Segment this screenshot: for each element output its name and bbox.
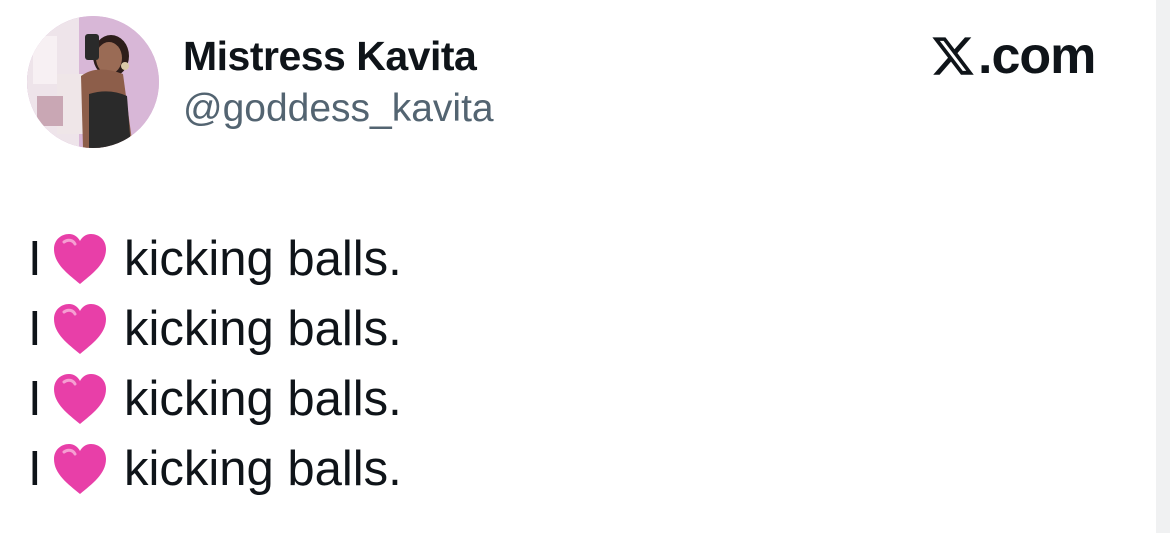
page-edge bbox=[1156, 0, 1170, 533]
tweet-word: I bbox=[28, 442, 42, 496]
pink-heart-icon bbox=[50, 301, 110, 357]
brand-domain: .com bbox=[978, 27, 1096, 85]
pink-heart-icon bbox=[50, 441, 110, 497]
tweet-phrase: kicking balls. bbox=[124, 442, 402, 496]
tweet-word: I bbox=[28, 302, 42, 356]
profile-photo bbox=[27, 16, 159, 148]
tweet-phrase: kicking balls. bbox=[124, 372, 402, 426]
tweet-card: Mistress Kavita @goddess_kavita .com I k… bbox=[0, 0, 1156, 533]
x-brand: .com bbox=[930, 27, 1096, 85]
pink-heart-icon bbox=[50, 231, 110, 287]
tweet-phrase: kicking balls. bbox=[124, 232, 402, 286]
user-handle[interactable]: @goddess_kavita bbox=[183, 86, 494, 132]
tweet-word: I bbox=[28, 372, 42, 426]
tweet-line: I kicking balls. bbox=[28, 434, 402, 504]
avatar[interactable] bbox=[27, 16, 159, 148]
tweet-word: I bbox=[28, 232, 42, 286]
display-name[interactable]: Mistress Kavita bbox=[183, 32, 477, 80]
tweet-phrase: kicking balls. bbox=[124, 302, 402, 356]
tweet-text: I kicking balls. I kicking balls. I kick… bbox=[28, 224, 402, 504]
tweet-line: I kicking balls. bbox=[28, 294, 402, 364]
tweet-line: I kicking balls. bbox=[28, 364, 402, 434]
tweet-line: I kicking balls. bbox=[28, 224, 402, 294]
pink-heart-icon bbox=[50, 371, 110, 427]
x-logo-icon bbox=[932, 37, 974, 75]
